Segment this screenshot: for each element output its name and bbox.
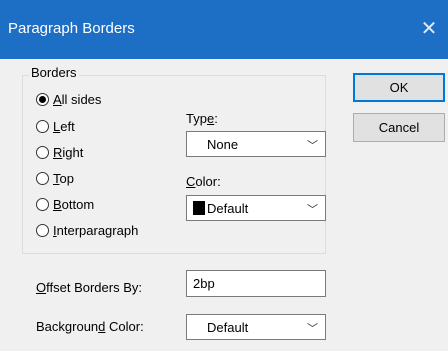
radio-label-all-sides: All sides [53,92,102,107]
radio-button-icon[interactable] [36,198,49,211]
radio-label-left: Left [53,119,75,134]
radio-interparagraph[interactable]: Interparagraph [36,223,138,238]
radio-label-top: Top [53,171,74,186]
title-bar: Paragraph Borders ✕ [0,0,448,59]
radio-button-icon[interactable] [36,146,49,159]
radio-label-interparagraph: Interparagraph [53,223,139,238]
radio-button-icon[interactable] [36,224,49,237]
offset-value: 2bp [193,276,215,291]
type-label: Type: [186,111,218,126]
radio-button-icon[interactable] [36,120,49,133]
radio-label-right: Right [53,145,84,160]
type-dropdown[interactable]: None ﹀ [186,131,326,157]
background-color-label: Background Color: [36,319,144,334]
radio-button-icon[interactable] [36,93,49,106]
chevron-down-icon: ﹀ [307,140,318,152]
radio-bottom[interactable]: Bottom [36,197,94,212]
radio-right[interactable]: Right [36,145,83,160]
ok-button[interactable]: OK [353,73,445,102]
radio-button-icon[interactable] [36,172,49,185]
radio-left[interactable]: Left [36,119,75,134]
borders-group-label: Borders [29,65,79,80]
chevron-down-icon: ﹀ [307,323,318,335]
window-title: Paragraph Borders [8,20,135,37]
cancel-button[interactable]: Cancel [353,113,445,142]
background-color-dropdown[interactable]: Default ﹀ [186,314,326,340]
offset-input[interactable]: 2bp [186,270,326,297]
close-icon[interactable]: ✕ [416,14,442,42]
radio-top[interactable]: Top [36,171,74,186]
color-dropdown[interactable]: Default ﹀ [186,195,326,221]
color-value: Default [207,201,249,216]
offset-label: Offset Borders By: [36,280,142,295]
color-label: Color: [186,174,221,189]
chevron-down-icon: ﹀ [307,204,318,216]
type-value: None [207,137,239,152]
background-color-value: Default [207,320,249,335]
color-swatch [193,201,205,215]
radio-all-sides[interactable]: All sides [36,92,101,107]
radio-label-bottom: Bottom [53,197,95,212]
